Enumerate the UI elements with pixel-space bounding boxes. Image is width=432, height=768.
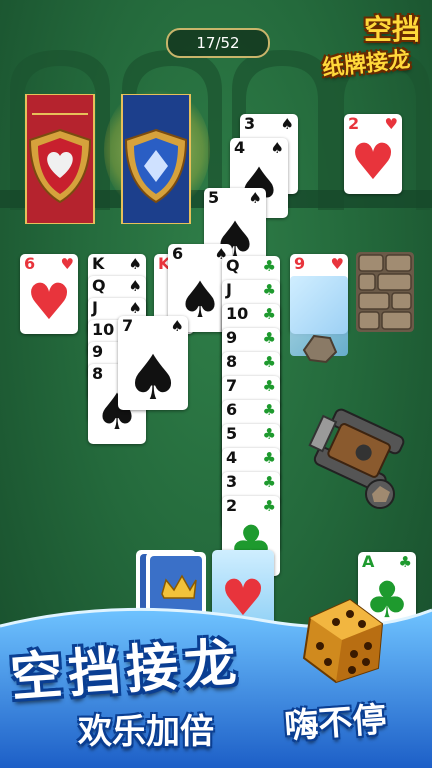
card-rank: 6 [172,244,184,263]
card-rank: 10 [92,320,115,339]
card-suit: ♣ [262,449,276,467]
card-rank: 3 [226,472,238,491]
card-suit: ♠ [128,277,142,295]
card-suit: ♠ [248,189,262,207]
card-rank: 6 [226,400,238,419]
spade-icon: ♠ [125,341,181,410]
card-rank: 6 [24,254,36,273]
card-rank: 9 [92,342,104,361]
cards-progress-counter: 17/52 [166,28,270,58]
promo-slogan-left: 欢乐加倍 [78,712,214,752]
card-rank: 4 [226,448,238,467]
card-suit: ♠ [270,139,284,157]
card-suit: ♠ [280,115,294,133]
card-suit: ♠ [128,299,142,317]
card-rank: 4 [234,138,246,157]
card-suit: ♥ [384,115,398,133]
card-rank: K [92,254,105,273]
rock-icon [302,334,338,364]
logo-title-line2: 纸牌接龙 [321,47,412,82]
card-suit: ♣ [262,425,276,443]
card-suit: ♣ [262,377,276,395]
card-suit: ♣ [262,401,276,419]
card-suit: ♥ [330,255,344,273]
card-suit: ♣ [262,305,276,323]
card-7-spade[interactable]: 7 ♠ ♠ [118,316,188,410]
card-rank: A [362,552,375,571]
card-suit: ♣ [262,497,276,515]
card-rank: 8 [92,364,104,383]
card-rank: 2 [348,114,360,133]
card-suit: ♣ [262,473,276,491]
card-rank: J [92,298,98,317]
logo-title-line1: 空挡 [364,13,421,46]
card-rank: 9 [294,254,306,273]
card-suit: ♣ [398,553,412,571]
card-suit: ♣ [262,257,276,275]
heart-icon: ♥ [350,133,396,191]
diamond-foundation-banner[interactable] [118,94,194,224]
card-suit: ♣ [262,353,276,371]
stone-wall-obstacle [356,252,414,332]
card-suit: ♥ [60,255,74,273]
game-logo: 空挡 纸牌接龙 [321,6,426,86]
card-rank: 3 [244,114,256,133]
card-rank: 7 [122,316,134,335]
card-suit: ♠ [170,317,184,335]
card-rank: 9 [226,328,238,347]
card-6-heart[interactable]: 6 ♥ ♥ [20,254,78,334]
card-2-heart[interactable]: 2 ♥ ♥ [344,114,402,194]
card-rank: 8 [226,352,238,371]
card-suit: ♣ [262,281,276,299]
card-suit: ♠ [128,255,142,273]
card-rank: 10 [226,304,249,323]
card-rank: 7 [226,376,238,395]
card-rank: Q [92,276,106,295]
heart-icon: ♥ [26,273,72,331]
card-rank: 2 [226,496,238,515]
card-suit: ♣ [262,329,276,347]
card-rank: 5 [208,188,220,207]
card-rank: J [226,280,232,299]
card-rank: Q [226,256,240,275]
card-rank: 5 [226,424,238,443]
dice-icon [302,598,384,684]
heart-foundation-banner[interactable] [22,94,98,224]
bulldozer-icon [308,408,405,509]
